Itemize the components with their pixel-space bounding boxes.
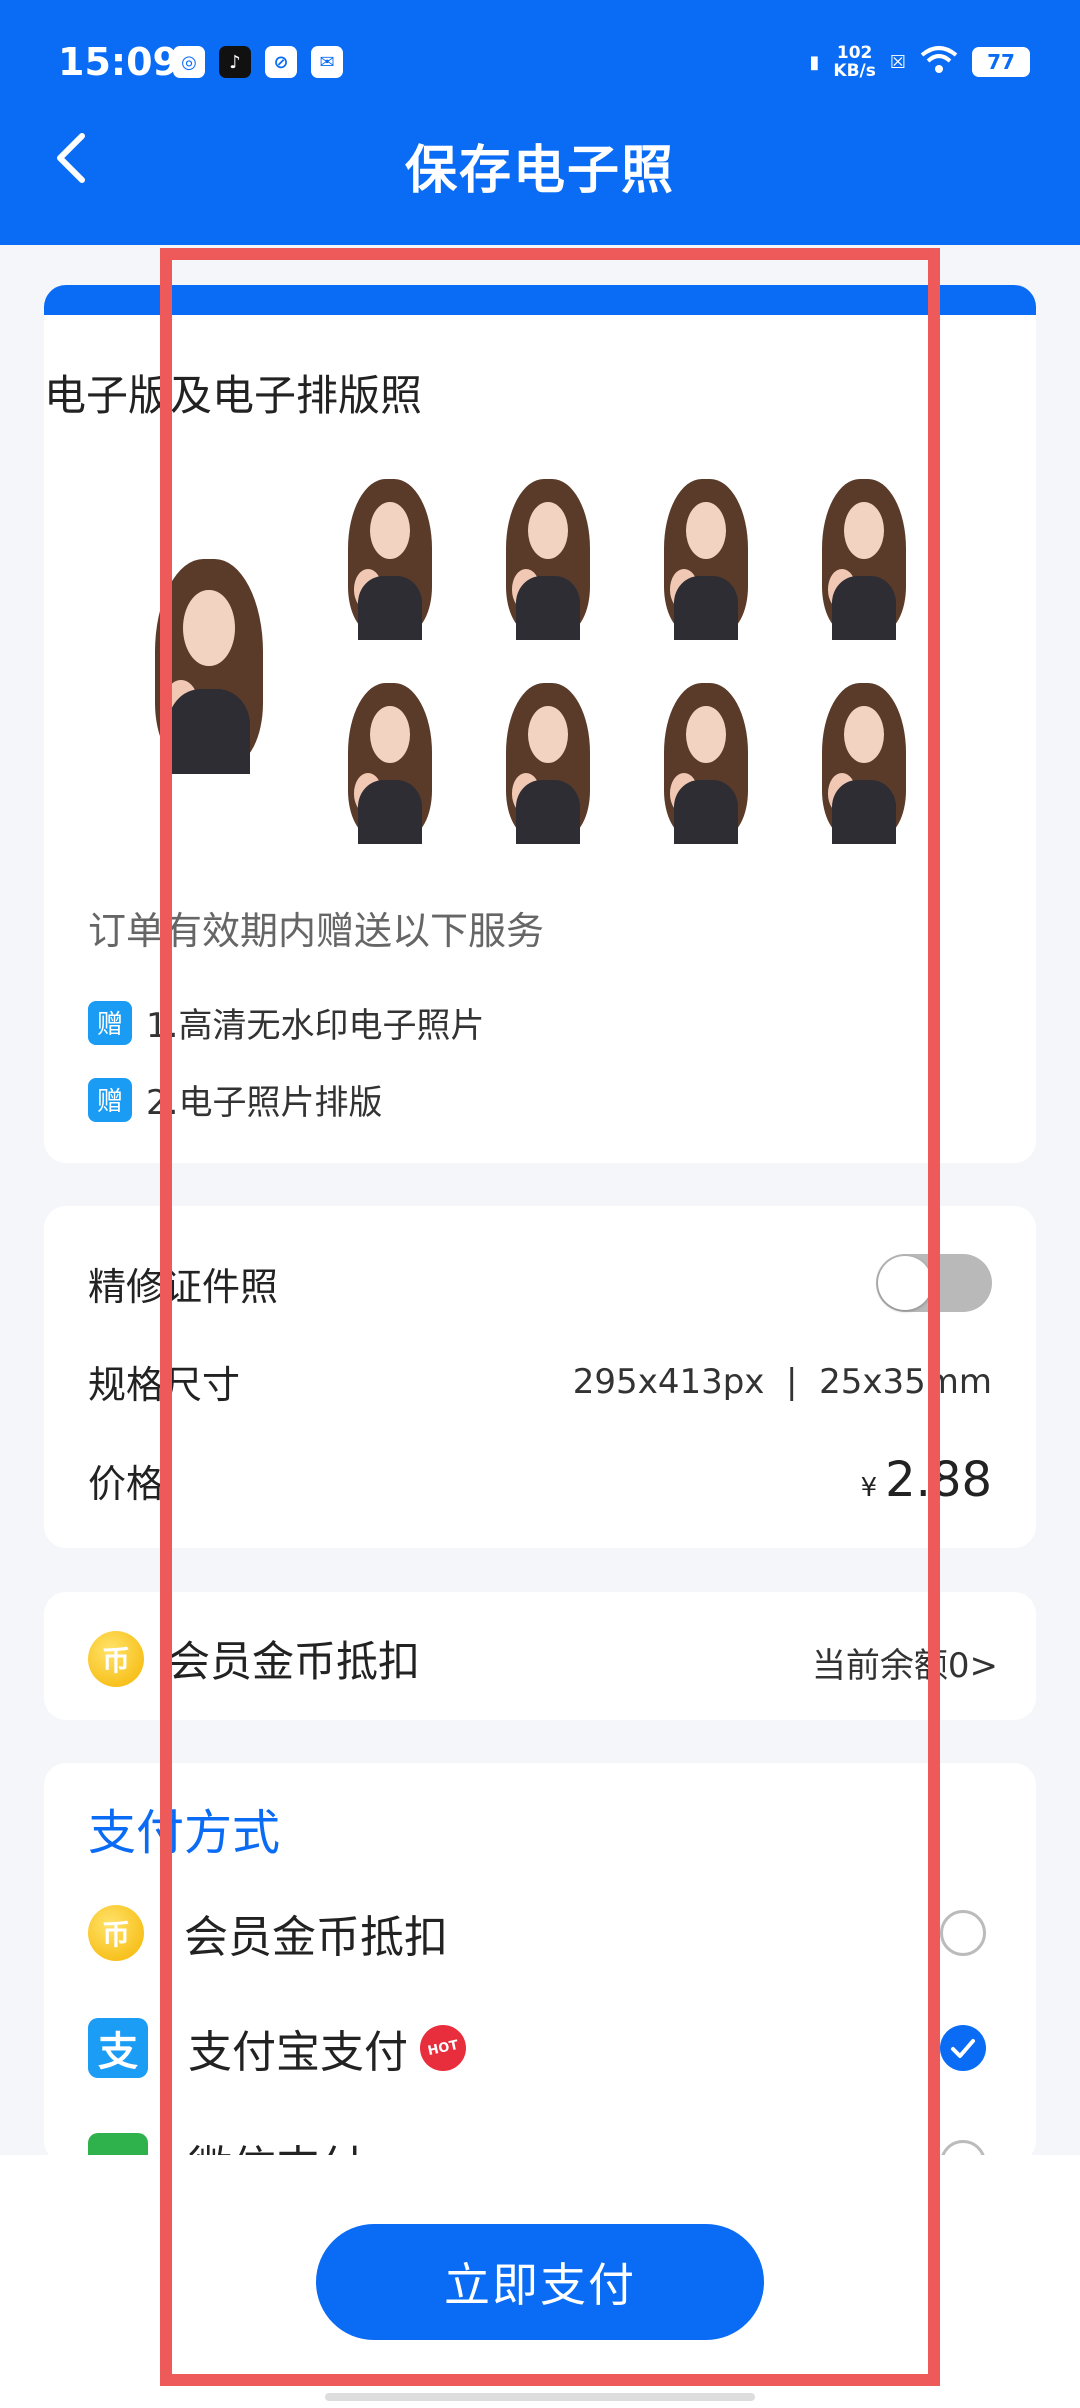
coin-icon: 币 (88, 1905, 144, 1961)
price-row: 价格 ¥2.88 (88, 1452, 992, 1508)
gift-tag: 赠 (88, 1077, 132, 1122)
notification-icons: ◎ ♪ ⊘ ✉ (173, 46, 343, 78)
gift-label: 2.电子照片排版 (146, 1083, 383, 1123)
home-indicator[interactable] (325, 2393, 755, 2401)
pay-option-alipay[interactable]: 支 支付宝支付 HOT (88, 2008, 986, 2088)
tiktok-icon: ♪ (219, 46, 251, 78)
link-icon: ⊘ (265, 46, 297, 78)
gift-item: 赠 1.高清无水印电子照片 (88, 998, 484, 1047)
battery-icon: 77 (972, 47, 1030, 77)
pay-option-label: 会员金币抵扣 (184, 1912, 448, 1963)
payment-method-card: 支付方式 币 会员金币抵扣 支 支付宝支付 HOT 微信支付 (44, 1763, 1036, 2193)
data-off-icon: ☒ (889, 51, 906, 73)
mail-icon: ✉ (311, 46, 343, 78)
weibo-icon: ◎ (173, 46, 205, 78)
single-photo-preview[interactable] (145, 550, 273, 774)
payment-title: 支付方式 (88, 1805, 281, 1861)
pay-option-label: 支付宝支付 (188, 2027, 408, 2078)
promo-title: 订单有效期内赠送以下服务 (88, 909, 545, 953)
layout-photo-thumb (340, 676, 440, 844)
layout-photo-thumb (498, 676, 598, 844)
speed-unit: KB/s (833, 61, 876, 81)
refine-toggle[interactable] (876, 1254, 992, 1312)
gift-label: 1.高清无水印电子照片 (146, 1006, 485, 1046)
gift-item: 赠 2.电子照片排版 (88, 1075, 382, 1124)
spec-row: 规格尺寸 295x413px | 25x35mm (88, 1354, 992, 1409)
coin-label: 会员金币抵扣 (168, 1637, 421, 1686)
spec-label: 规格尺寸 (88, 1363, 241, 1407)
layout-photo-thumb (814, 676, 914, 844)
coin-deduction-card[interactable]: 币 会员金币抵扣 当前余额0> (44, 1592, 1036, 1720)
price-value: ¥2.88 (861, 1452, 992, 1508)
radio-selected[interactable] (940, 2025, 986, 2071)
layout-photo-thumb (498, 472, 598, 640)
hot-badge: HOT (415, 2020, 471, 2076)
card-accent-bar (44, 285, 1036, 315)
coin-row: 币 会员金币抵扣 (88, 1628, 420, 1689)
photos-section-title: 电子版及电子排版照 (44, 371, 423, 420)
layout-photo-thumb (340, 472, 440, 640)
pay-now-button[interactable]: 立即支付 (316, 2224, 764, 2340)
layout-photo-thumb (656, 472, 756, 640)
price-amount: 2.88 (885, 1452, 992, 1508)
refine-label: 精修证件照 (88, 1264, 279, 1309)
gift-tag: 赠 (88, 1000, 132, 1045)
page-title: 保存电子照 (404, 141, 675, 201)
vibrate-icon: ▮ (809, 51, 820, 73)
app-header: 15:09 ◎ ♪ ⊘ ✉ ▮ 102 KB/s ☒ 77 保存电子照 (0, 0, 1080, 245)
currency-symbol: ¥ (860, 1473, 878, 1503)
price-label: 价格 (88, 1461, 165, 1506)
layout-photo-thumb (814, 472, 914, 640)
coin-icon: 币 (88, 1630, 144, 1687)
status-bar: 15:09 ◎ ♪ ⊘ ✉ ▮ 102 KB/s ☒ 77 (0, 0, 1080, 130)
order-details-card: 精修证件照 规格尺寸 295x413px | 25x35mm 价格 ¥2.88 (44, 1206, 1036, 1548)
refine-row: 精修证件照 (88, 1254, 992, 1312)
bottom-bar: 立即支付 (0, 2155, 1080, 2408)
coin-balance-link[interactable]: 当前余额0> (812, 1638, 998, 1687)
speed-value: 102 (836, 43, 873, 63)
spec-value: 295x413px | 25x35mm (572, 1361, 992, 1402)
radio-unselected[interactable] (940, 1910, 986, 1956)
status-right: ▮ 102 KB/s ☒ 77 (809, 44, 1030, 80)
wifi-icon (920, 45, 958, 80)
pay-option-coins[interactable]: 币 会员金币抵扣 (88, 1893, 986, 1973)
layout-photo-thumb (656, 676, 756, 844)
alipay-icon: 支 (88, 2018, 148, 2078)
network-speed: 102 KB/s (833, 44, 875, 80)
status-time: 15:09 (58, 40, 179, 84)
